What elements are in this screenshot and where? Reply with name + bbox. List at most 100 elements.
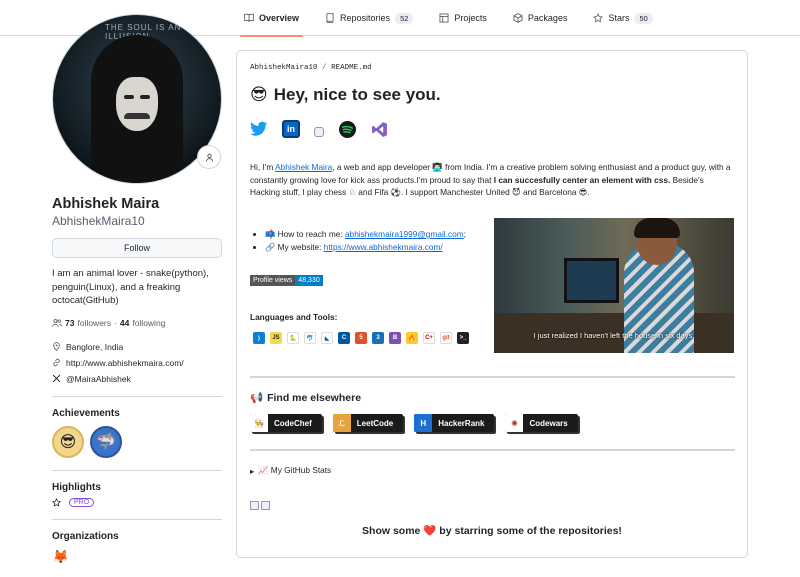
- mysql-icon[interactable]: 🐬: [304, 332, 316, 344]
- gif-hair: [634, 218, 680, 238]
- following-label[interactable]: following: [132, 318, 165, 328]
- divider-stats: [250, 449, 735, 451]
- readme-card: AbhishekMaira10 / README.md 😎 Hey, nice …: [236, 50, 748, 558]
- star-request: Show some ❤️ by starring some of the rep…: [237, 524, 747, 537]
- broken-image-icon: [250, 501, 259, 510]
- avatar-wrapper: THE SOUL IS AN ILLUSION: [52, 14, 222, 186]
- twitter-icon[interactable]: [250, 120, 268, 138]
- python-icon[interactable]: 🐍: [287, 332, 299, 344]
- contact-website-link[interactable]: https://www.abhishekmaira.com/: [324, 242, 443, 252]
- github-stats-label: 📈 My GitHub Stats: [258, 465, 332, 475]
- contact-list: 📫 How to reach me: abhishekmaira1999@gma…: [259, 228, 466, 254]
- divider-achievements: [52, 395, 222, 397]
- readme-heading: 😎 Hey, nice to see you.: [250, 85, 441, 105]
- followers-count[interactable]: 73: [65, 318, 74, 328]
- spotify-icon[interactable]: [338, 120, 356, 138]
- profile-badges: 👨‍🍳 CodeChef ℒ LeetCode H HackerRank ✺ C…: [250, 414, 578, 432]
- achievement-badge-yolo[interactable]: 😎: [52, 425, 84, 458]
- tab-projects[interactable]: Projects: [435, 0, 491, 36]
- intro-name-link[interactable]: Abhishek Maira: [275, 162, 332, 172]
- profile-sidebar: THE SOUL IS AN ILLUSION Abhishek Maira A…: [52, 14, 222, 566]
- html5-icon[interactable]: 5: [355, 332, 367, 344]
- codewars-icon: ✺: [505, 414, 524, 432]
- tab-packages[interactable]: Packages: [509, 0, 572, 36]
- c-icon[interactable]: C: [338, 332, 350, 344]
- contact-website-label: 🔗 My website:: [265, 242, 324, 252]
- codechef-label: CodeChef: [274, 418, 312, 428]
- follow-stats: 73 followers · 44 following: [52, 318, 222, 328]
- bootstrap-icon[interactable]: B: [389, 332, 401, 344]
- profile-views-count: 48,330: [295, 275, 323, 286]
- set-status-button[interactable]: [197, 145, 221, 169]
- following-count[interactable]: 44: [120, 318, 129, 328]
- pro-row: PRO: [52, 497, 222, 507]
- contact-email-label: 📫 How to reach me:: [265, 229, 345, 239]
- tab-stars-label: Stars: [608, 13, 630, 23]
- fox-icon: 🦊: [52, 548, 70, 564]
- leetcode-label: LeetCode: [356, 418, 394, 428]
- achievement-badge-shark[interactable]: 🦈: [90, 425, 122, 458]
- pro-badge: PRO: [69, 497, 95, 507]
- profile-tabs: Overview Repositories 52 Projects Packag…: [240, 0, 657, 37]
- profile-bio: I am an animal lover - snake(python), pe…: [52, 268, 209, 306]
- github-stats-toggle[interactable]: ▸ 📈 My GitHub Stats: [250, 465, 331, 476]
- vscode-icon[interactable]: ⟩: [253, 332, 265, 344]
- css3-icon[interactable]: 3: [372, 332, 384, 344]
- avatar-eye-right: [140, 95, 150, 99]
- divider-find: [250, 376, 735, 378]
- flutter-icon[interactable]: ◣: [321, 332, 333, 344]
- sunglasses-icon: 😎: [250, 85, 268, 104]
- organization-avatar[interactable]: 🦊: [52, 548, 70, 566]
- tab-overview-label: Overview: [259, 13, 300, 23]
- broken-image-icon: [261, 501, 270, 510]
- breadcrumb-separator: /: [322, 64, 327, 72]
- tab-overview[interactable]: Overview: [240, 0, 304, 37]
- leetcode-icon: ℒ: [332, 414, 351, 432]
- hackerrank-button[interactable]: H HackerRank: [414, 414, 495, 432]
- hackerrank-label: HackerRank: [438, 418, 485, 428]
- avatar-eye-left: [124, 95, 134, 99]
- follow-button[interactable]: Follow: [52, 238, 222, 258]
- twitter-row: @MairaAbhishek: [52, 374, 222, 384]
- breadcrumb-user[interactable]: AbhishekMaira10: [250, 64, 318, 72]
- find-me-heading: 📢 Find me elsewhere: [250, 391, 361, 405]
- yolo-face-icon: 😎: [59, 433, 77, 451]
- terminal-icon[interactable]: >_: [457, 332, 469, 344]
- x-icon: [52, 374, 61, 383]
- tab-repositories[interactable]: Repositories 52: [321, 0, 417, 36]
- codewars-label: Codewars: [529, 418, 568, 428]
- followers-label[interactable]: followers: [77, 318, 111, 328]
- profile-views-label: Profile views: [250, 275, 296, 286]
- codewars-button[interactable]: ✺ Codewars: [505, 414, 578, 432]
- tab-stars[interactable]: Stars 50: [589, 0, 656, 36]
- firebase-icon[interactable]: 🔥: [406, 332, 418, 344]
- visual-studio-icon[interactable]: [370, 120, 388, 138]
- intro-bold: I can succesfully center an element with…: [493, 174, 671, 185]
- tab-projects-label: Projects: [454, 13, 487, 23]
- contact-email-link[interactable]: abhishekmaira1999@gmail.com: [345, 229, 464, 239]
- readme-heading-text: Hey, nice to see you.: [273, 85, 441, 104]
- tools-icons: ⟩ JS 🐍 🐬 ◣ C 5 3 B 🔥 C+ git >_: [253, 332, 483, 344]
- disclosure-triangle-icon: ▸: [250, 465, 255, 476]
- follow-separator: ·: [114, 317, 117, 328]
- heart-icon: ❤️: [423, 525, 437, 537]
- breadcrumb-file[interactable]: README.md: [331, 64, 372, 72]
- achievements-title: Achievements: [52, 407, 120, 419]
- javascript-icon[interactable]: JS: [270, 332, 282, 344]
- twitter-link[interactable]: @MairaAbhishek: [66, 374, 131, 384]
- cplusplus-icon[interactable]: C+: [423, 332, 435, 344]
- location-text: Banglore, India: [66, 341, 124, 352]
- contact-email-suffix: ;: [463, 229, 466, 239]
- profile-username: AbhishekMaira10: [52, 214, 145, 228]
- location-icon: [53, 342, 60, 351]
- repo-icon: [326, 13, 334, 23]
- website-link[interactable]: http://www.abhishekmaira.com/: [66, 358, 184, 368]
- git-icon[interactable]: git: [440, 332, 452, 344]
- linkedin-icon[interactable]: in: [282, 120, 300, 138]
- tab-repositories-label: Repositories: [340, 13, 391, 23]
- star-post: by starring some of the repositories!: [436, 525, 622, 537]
- leetcode-button[interactable]: ℒ LeetCode: [332, 414, 404, 432]
- stars-count: 50: [634, 12, 653, 24]
- codechef-button[interactable]: 👨‍🍳 CodeChef: [250, 414, 322, 432]
- broken-image-icon[interactable]: [314, 127, 324, 137]
